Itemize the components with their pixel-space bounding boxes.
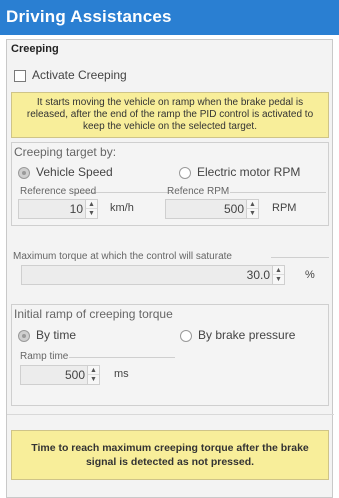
by-time-label[interactable]: By time [36,328,76,342]
creeping-panel: Creeping Activate Creeping It starts mov… [6,39,334,498]
max-torque-label: Maximum torque at which the control will… [13,251,232,262]
spin-up-arrow-icon[interactable]: ▲ [247,200,258,209]
by-brake-pressure-label[interactable]: By brake pressure [198,328,295,342]
reference-rpm-spinbox[interactable]: 500 ▲ ▼ [165,199,259,219]
spin-up-arrow-icon[interactable]: ▲ [86,200,97,209]
reference-rpm-unit: RPM [272,202,297,214]
spin-down-arrow-icon[interactable]: ▼ [88,375,99,384]
ramp-time-spinbox[interactable]: 500 ▲ ▼ [20,365,100,385]
title-bar: Driving Assistances [0,0,339,35]
vehicle-speed-label[interactable]: Vehicle Speed [36,165,113,179]
by-brake-pressure-radio[interactable] [180,330,192,342]
motor-rpm-radio[interactable] [179,167,191,179]
initial-ramp-group: Initial ramp of creeping torque By time … [11,304,329,406]
reference-rpm-value: 500 [223,202,244,216]
ramp-info-box: Time to reach maximum creeping torque af… [11,430,329,480]
ramp-time-label: Ramp time [20,351,69,362]
reference-rpm-divider [230,192,326,193]
reference-rpm-label: Refence RPM [167,186,230,197]
section-title: Creeping [11,43,59,55]
panel-divider [7,414,334,415]
spin-up-arrow-icon[interactable]: ▲ [88,366,99,375]
reference-speed-unit: km/h [110,202,134,214]
spin-down-arrow-icon[interactable]: ▼ [247,209,258,218]
max-torque-divider [271,257,329,258]
max-torque-value: 30.0 [246,268,270,282]
max-torque-arrows[interactable]: ▲ ▼ [272,266,284,284]
creeping-info-box: It starts moving the vehicle on ramp whe… [11,92,329,138]
spin-up-arrow-icon[interactable]: ▲ [273,266,284,275]
activate-creeping-label[interactable]: Activate Creeping [32,68,127,82]
spin-down-arrow-icon[interactable]: ▼ [273,275,284,284]
ramp-time-arrows[interactable]: ▲ ▼ [87,366,99,384]
ramp-time-value: 500 [64,368,85,382]
spin-down-arrow-icon[interactable]: ▼ [86,209,97,218]
creeping-target-group: Creeping target by: Vehicle Speed Electr… [11,142,329,226]
creeping-target-title: Creeping target by: [14,145,120,159]
ramp-time-divider [69,357,175,358]
reference-speed-label: Reference speed [20,186,97,197]
ramp-time-unit: ms [114,368,129,380]
reference-rpm-arrows[interactable]: ▲ ▼ [246,200,258,218]
reference-speed-value: 10 [69,202,83,216]
window-title: Driving Assistances [6,7,172,26]
initial-ramp-title: Initial ramp of creeping torque [14,307,176,321]
reference-speed-arrows[interactable]: ▲ ▼ [85,200,97,218]
motor-rpm-label[interactable]: Electric motor RPM [197,165,300,179]
activate-creeping-checkbox[interactable] [14,70,26,82]
max-torque-unit: % [305,269,315,281]
by-time-radio[interactable] [18,330,30,342]
max-torque-spinbox[interactable]: 30.0 ▲ ▼ [21,265,285,285]
reference-speed-spinbox[interactable]: 10 ▲ ▼ [18,199,98,219]
vehicle-speed-radio[interactable] [18,167,30,179]
